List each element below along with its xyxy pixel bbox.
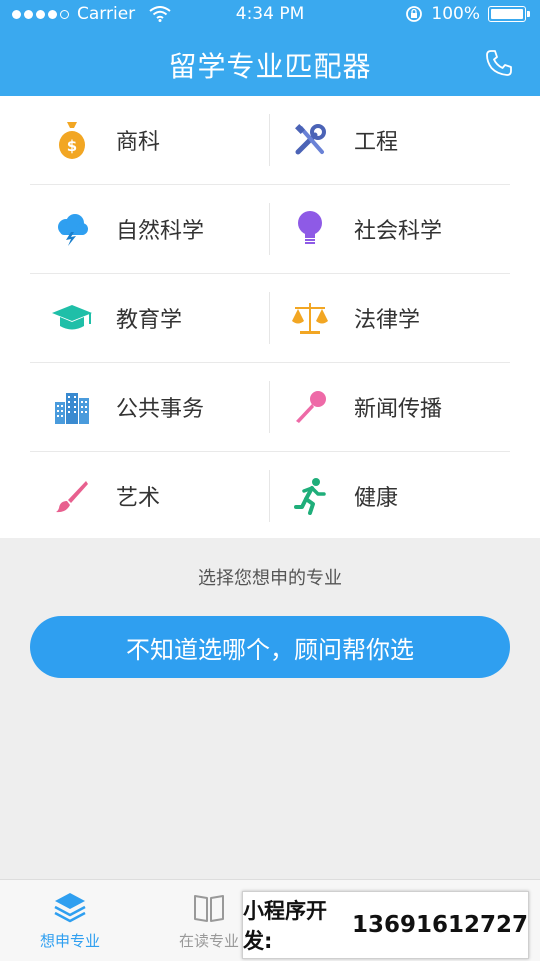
category-natural-science[interactable]: 自然科学 [30,185,270,273]
category-label: 公共事务 [116,397,205,422]
category-label: 新闻传播 [354,397,443,422]
category-row: 公共事务 新闻传播 [30,363,510,452]
page-title: 留学专业匹配器 [168,50,372,83]
scales-icon [286,294,334,342]
overlay-label: 小程序开发: [243,899,327,953]
money-bag-icon: $ [48,116,96,164]
category-public-affairs[interactable]: 公共事务 [30,363,270,451]
overlay-phone: 13691612727 [351,912,528,938]
battery-percent: 100% [431,4,480,24]
running-person-icon [286,472,334,520]
category-label: 自然科学 [116,219,205,244]
tab-label: 想申专业 [39,932,100,950]
category-health[interactable]: 健康 [270,452,510,540]
battery-icon [488,6,530,22]
status-bar: Carrier 4:34 PM 100% [0,0,540,30]
category-label: 教育学 [116,308,183,333]
category-business[interactable]: $ 商科 [30,96,270,184]
cloud-lightning-icon [48,205,96,253]
microphone-icon [286,383,334,431]
category-journalism[interactable]: 新闻传播 [270,363,510,451]
rotation-lock-icon [406,6,423,22]
category-grid: $ 商科 工程 自然科学 社会科学 教育学 法律学 公共事务 新闻传播 艺术 健… [0,96,540,538]
category-row: $ 商科 工程 [30,96,510,185]
lightbulb-icon [286,205,334,253]
category-engineering[interactable]: 工程 [270,96,510,184]
category-law[interactable]: 法律学 [270,274,510,362]
category-row: 自然科学 社会科学 [30,185,510,274]
svg-text:$: $ [67,137,77,155]
category-label: 法律学 [354,308,421,333]
navigation-bar: 留学专业匹配器 [0,30,540,96]
category-label: 社会科学 [354,219,443,244]
category-label: 商科 [116,130,161,155]
paintbrush-icon [48,472,96,520]
buildings-icon [48,383,96,431]
category-label: 工程 [354,130,399,155]
book-icon [194,895,224,922]
tools-icon [286,116,334,164]
category-row: 教育学 法律学 [30,274,510,363]
advisor-help-button[interactable]: 不知道选哪个，顾问帮你选 [30,616,510,678]
layers-icon [54,893,86,923]
graduation-cap-icon [48,294,96,342]
category-label: 艺术 [116,486,161,511]
category-label: 健康 [354,486,399,511]
category-education[interactable]: 教育学 [30,274,270,362]
category-row: 艺术 健康 [30,452,510,540]
developer-contact-overlay: 小程序开发: 13691612727 [242,891,529,959]
tab-target-major[interactable]: 想申专业 [20,890,120,951]
select-major-hint: 选择您想申的专业 [198,568,342,589]
category-art[interactable]: 艺术 [30,452,270,540]
category-social-science[interactable]: 社会科学 [270,185,510,273]
phone-icon[interactable] [484,48,514,78]
